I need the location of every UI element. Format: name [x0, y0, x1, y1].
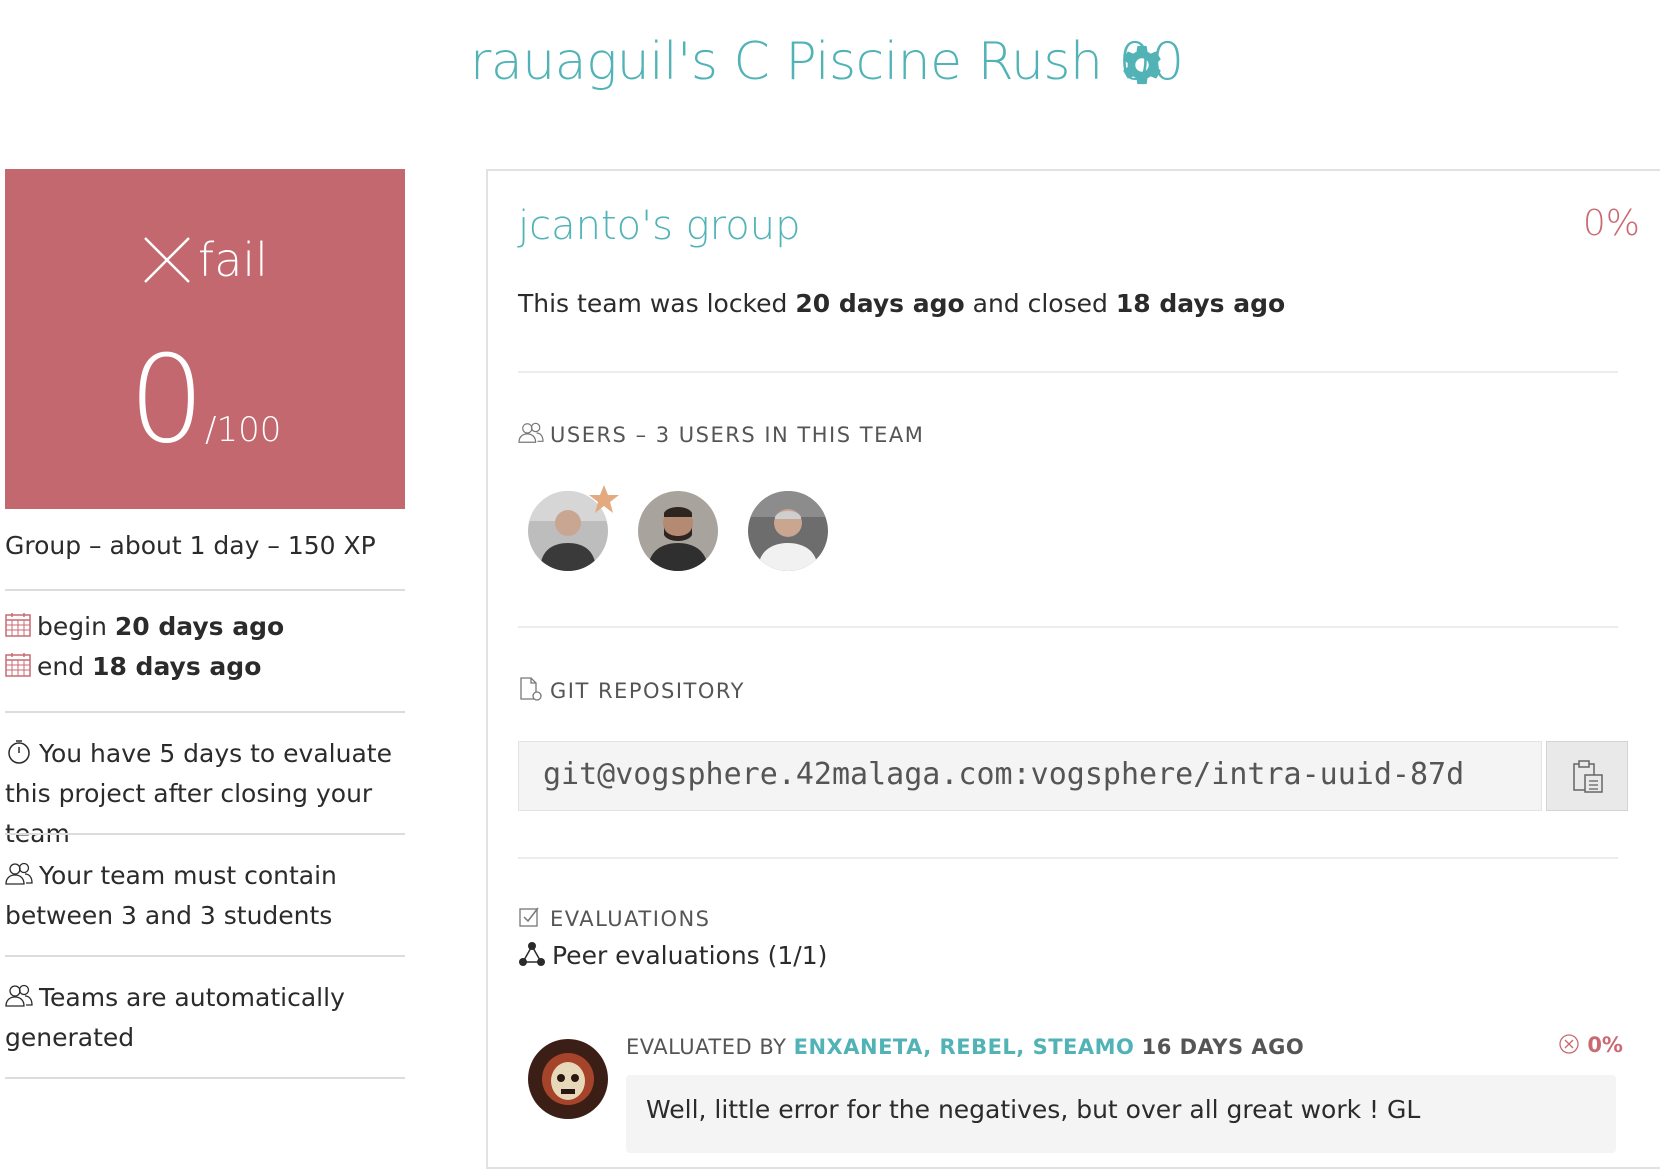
git-heading-text: GIT REPOSITORY: [550, 679, 745, 703]
clipboard-icon: [1573, 760, 1603, 793]
git-heading: GIT REPOSITORY: [518, 677, 745, 703]
divider: [518, 626, 1618, 628]
peer-evaluations-text: Peer evaluations (1/1): [552, 941, 828, 970]
evaluation-time: 16 DAYS AGO: [1141, 1035, 1305, 1059]
locked-value: 20 days ago: [795, 289, 965, 318]
divider: [518, 371, 1618, 373]
users-heading: USERS – 3 USERS IN THIS TEAM: [518, 421, 924, 447]
page-title: rauaguil's C Piscine Rush 00: [470, 32, 1184, 92]
team-size-note: Your team must contain between 3 and 3 s…: [5, 856, 405, 936]
evaluator-avatar[interactable]: [528, 1039, 608, 1119]
evaluated-by-label: EVALUATED BY: [626, 1035, 787, 1059]
locked-prefix: This team was locked: [518, 289, 788, 318]
calendar-icon: [5, 613, 31, 637]
git-file-icon: [520, 677, 542, 701]
evaluate-note: You have 5 days to evaluate this project…: [5, 734, 405, 854]
copy-button[interactable]: [1546, 741, 1628, 811]
peer-network-icon: [519, 942, 545, 966]
begin-value: 20 days ago: [114, 612, 285, 641]
users-icon: [518, 422, 544, 443]
team-panel: jcanto's group 0% This team was locked 2…: [486, 169, 1660, 1169]
grade-score: 0/100: [5, 341, 405, 461]
stopwatch-icon: [8, 740, 30, 764]
user-avatar[interactable]: [748, 491, 828, 571]
users-icon: [5, 862, 33, 885]
divider: [5, 1077, 405, 1079]
user-avatar[interactable]: [638, 491, 718, 571]
project-summary: Group – about 1 day – 150 XP: [5, 531, 376, 560]
closed-prefix: and closed: [972, 289, 1108, 318]
page-header: rauaguil's C Piscine Rush 00: [0, 28, 1660, 108]
divider: [518, 857, 1618, 859]
git-url-field[interactable]: git@vogsphere.42malaga.com:vogsphere/int…: [518, 741, 1542, 811]
auto-team-note: Teams are automatically generated: [5, 978, 405, 1058]
evaluations-heading: EVALUATIONS: [518, 905, 711, 931]
star-icon: [589, 485, 619, 513]
begin-label: begin: [37, 612, 107, 641]
close-x-icon: [144, 237, 190, 283]
evaluation-comment: Well, little error for the negatives, bu…: [626, 1075, 1616, 1153]
end-date: end 18 days ago: [5, 652, 405, 681]
calendar-icon: [5, 653, 31, 677]
gear-icon[interactable]: [1119, 42, 1165, 88]
end-value: 18 days ago: [92, 652, 262, 681]
grade-status: fail: [5, 233, 405, 293]
team-percent: 0%: [1582, 203, 1640, 244]
users-heading-text: USERS – 3 USERS IN THIS TEAM: [550, 423, 925, 447]
closed-value: 18 days ago: [1115, 289, 1286, 318]
evaluator-names[interactable]: ENXANETA, REBEL, STEAMO: [794, 1035, 1135, 1059]
grade-score-max: /100: [205, 410, 282, 450]
divider: [5, 955, 405, 957]
evaluation-score-value: 0%: [1587, 1033, 1623, 1057]
users-icon: [5, 984, 33, 1007]
team-name[interactable]: jcanto's group: [518, 203, 800, 249]
checkbox-icon: [519, 907, 539, 927]
divider: [5, 711, 405, 713]
end-label: end: [37, 652, 85, 681]
divider: [5, 833, 405, 835]
evaluation-score: 0%: [1558, 1033, 1623, 1057]
fail-circle-icon: [1559, 1034, 1579, 1054]
team-size-note-text: Your team must contain between 3 and 3 s…: [5, 861, 337, 930]
evaluations-heading-text: EVALUATIONS: [550, 907, 711, 931]
peer-evaluations-label: Peer evaluations (1/1): [518, 941, 827, 970]
evaluated-by: EVALUATED BY ENXANETA, REBEL, STEAMO 16 …: [626, 1035, 1304, 1059]
grade-score-value: 0: [128, 331, 205, 470]
team-lock-status: This team was locked 20 days ago and clo…: [518, 289, 1285, 318]
evaluate-note-text: You have 5 days to evaluate this project…: [5, 739, 392, 848]
auto-team-note-text: Teams are automatically generated: [5, 983, 345, 1052]
divider: [5, 589, 405, 591]
begin-date: begin 20 days ago: [5, 612, 405, 641]
grade-status-label: fail: [198, 233, 268, 287]
grade-box: fail 0/100: [5, 169, 405, 509]
